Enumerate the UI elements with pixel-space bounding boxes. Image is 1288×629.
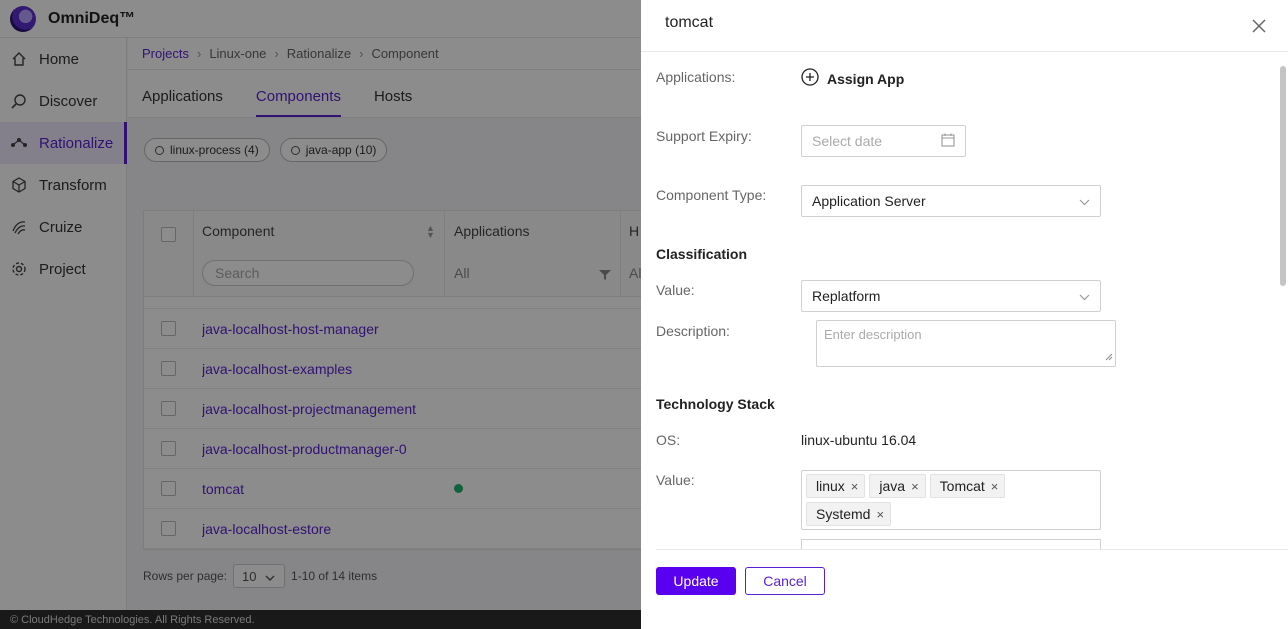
edit-component-drawer: tomcat Applications: Assign App Support … [641, 0, 1288, 629]
description-label: Description: [656, 323, 730, 339]
drawer-footer: Update Cancel [656, 549, 1288, 612]
date-placeholder: Select date [812, 133, 883, 149]
component-type-value: Application Server [812, 193, 926, 209]
classification-value-field: Value: [656, 282, 695, 298]
description-placeholder: Enter description [824, 327, 922, 342]
applications-field: Applications: [656, 69, 735, 85]
os-field: OS: [656, 432, 680, 448]
drawer-scrollbar[interactable] [1280, 66, 1286, 286]
remove-tag-icon[interactable]: × [991, 479, 999, 494]
classification-value-label: Value: [656, 282, 695, 298]
support-expiry-label: Support Expiry: [656, 128, 752, 144]
description-field: Description: [656, 323, 730, 339]
tag-java: java × [869, 474, 926, 498]
tag-linux: linux × [806, 474, 866, 498]
tag-label: java [879, 478, 906, 494]
support-expiry-date-picker[interactable]: Select date [801, 125, 966, 157]
remove-tag-icon[interactable]: × [851, 479, 859, 494]
technology-tags-input[interactable]: linux × java × Tomcat × Systemd × [801, 470, 1101, 530]
technology-stack-heading: Technology Stack [656, 396, 775, 412]
assign-app-button[interactable]: Assign App [801, 68, 904, 89]
chevron-down-icon [1079, 193, 1090, 209]
cancel-button[interactable]: Cancel [745, 567, 825, 595]
tag-label: Systemd [816, 506, 871, 522]
chevron-down-icon [1079, 288, 1090, 304]
drawer-header: tomcat [641, 0, 1288, 52]
drawer-body: Applications: Assign App Support Expiry:… [641, 53, 1280, 549]
tag-tomcat: Tomcat × [929, 474, 1006, 498]
classification-heading: Classification [656, 246, 748, 262]
classification-value: Replatform [812, 288, 881, 304]
assign-app-label: Assign App [827, 70, 905, 87]
os-label: OS: [656, 432, 681, 448]
support-expiry-field: Support Expiry: [656, 128, 752, 144]
tech-value-label: Value: [656, 472, 695, 488]
component-type-label: Component Type: [656, 187, 767, 203]
component-type-select[interactable]: Application Server [801, 185, 1101, 217]
drawer-title: tomcat [665, 13, 714, 31]
resize-grip-icon[interactable] [1105, 349, 1113, 364]
tech-value-field: Value: [656, 472, 695, 488]
close-icon[interactable] [1250, 17, 1268, 35]
remove-tag-icon[interactable]: × [876, 507, 884, 522]
tag-systemd: Systemd × [806, 502, 892, 526]
tag-label: linux [816, 478, 845, 494]
next-field-partial [801, 539, 1101, 549]
update-button[interactable]: Update [656, 567, 736, 595]
plus-circle-icon [801, 68, 819, 89]
tag-label: Tomcat [939, 478, 985, 494]
classification-value-select[interactable]: Replatform [801, 280, 1101, 312]
applications-label: Applications: [656, 69, 736, 85]
calendar-icon [941, 133, 955, 150]
component-type-field: Component Type: [656, 187, 766, 203]
remove-tag-icon[interactable]: × [911, 479, 919, 494]
os-value: linux-ubuntu 16.04 [801, 432, 917, 448]
description-textarea[interactable]: Enter description [816, 320, 1116, 367]
